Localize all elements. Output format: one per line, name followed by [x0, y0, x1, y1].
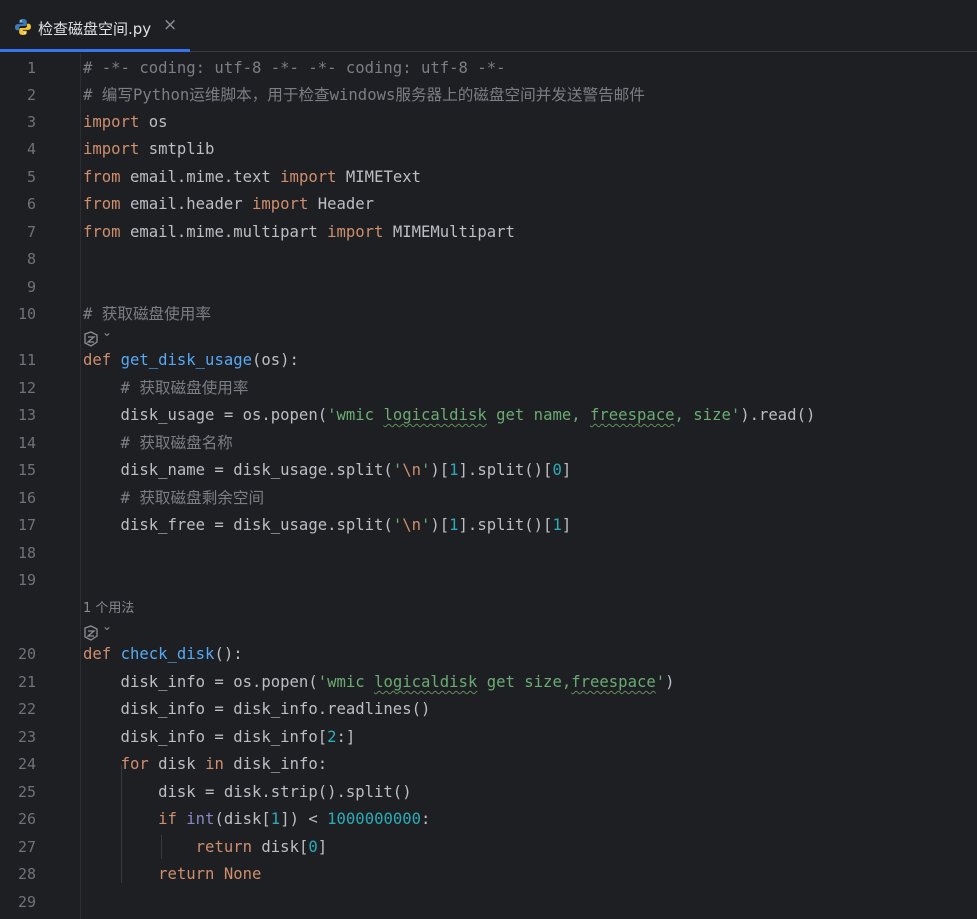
code-line: 11 def get_disk_usage(os):	[0, 347, 977, 374]
line-number: 21	[17, 673, 36, 691]
usages-hint[interactable]: 1 个用法	[83, 598, 134, 620]
code-line: 24 for disk in disk_info:	[0, 751, 977, 778]
line-number: 15	[17, 461, 36, 479]
code-text: from email.mime.multipart import MIMEMul…	[83, 223, 515, 241]
code-text: import smtplib	[83, 140, 215, 158]
code-text: def check_disk():	[83, 645, 243, 663]
line-number: 5	[26, 168, 36, 186]
code-text: # 获取磁盘剩余空间	[83, 489, 265, 507]
code-line: 19	[0, 567, 977, 594]
line-number: 10	[17, 305, 36, 323]
code-editor[interactable]: 1 # -*- coding: utf-8 -*- -*- coding: ut…	[0, 53, 977, 919]
code-line: 2 # 编写Python运维脚本，用于检查windows服务器上的磁盘空间并发送…	[0, 82, 977, 109]
code-line: 8	[0, 246, 977, 273]
line-number: 18	[17, 544, 36, 562]
line-number: 6	[26, 195, 36, 213]
code-text: disk_info = os.popen('wmic logicaldisk g…	[83, 673, 675, 691]
code-text: return None	[158, 865, 262, 883]
line-number: 8	[26, 250, 36, 268]
code-line: 6 from email.header import Header	[0, 191, 977, 218]
line-number: 4	[26, 140, 36, 158]
tab-title: 检查磁盘空间.py	[38, 20, 152, 38]
line-number: 25	[17, 783, 36, 801]
code-line: 15 disk_name = disk_usage.split('\n')[1]…	[0, 457, 977, 484]
code-text: disk_usage = os.popen('wmic logicaldisk …	[83, 406, 816, 424]
line-number: 20	[17, 645, 36, 663]
code-text: return disk[0]	[195, 838, 328, 856]
chevron-down-icon: ⌄	[102, 325, 113, 339]
code-text: import os	[83, 113, 168, 131]
line-number: 24	[17, 755, 36, 773]
code-text: from email.header import Header	[83, 195, 375, 213]
line-number: 11	[17, 351, 36, 369]
code-text: disk_free = disk_usage.split('\n')[1].sp…	[83, 516, 572, 534]
code-line: 3 import os	[0, 109, 977, 136]
code-text: for disk in disk_info:	[120, 755, 328, 773]
line-number: 28	[17, 865, 36, 883]
close-icon[interactable]: ×	[163, 15, 177, 35]
code-line: 20 def check_disk():	[0, 641, 977, 668]
python-icon	[15, 19, 31, 35]
editor-tab-bar: 检查磁盘空间.py ×	[0, 0, 977, 52]
line-number: 13	[17, 406, 36, 424]
line-number: 2	[26, 86, 36, 104]
line-number: 29	[17, 893, 36, 911]
code-line: 17 disk_free = disk_usage.split('\n')[1]…	[0, 512, 977, 539]
line-number: 1	[26, 59, 36, 77]
ai-assistant-icon	[84, 625, 98, 641]
line-number: 12	[17, 379, 36, 397]
code-line: 25 disk = disk.strip().split()	[0, 779, 977, 806]
code-line: 26 if int(disk[1]) < 1000000000:	[0, 806, 977, 833]
code-text: disk = disk.strip().split()	[83, 783, 412, 801]
code-text: # 获取磁盘使用率	[83, 379, 249, 397]
code-text: from email.mime.text import MIMEText	[83, 168, 422, 186]
code-text: disk_info = disk_info[2:]	[83, 728, 356, 746]
ai-assistant-icon	[84, 331, 98, 347]
code-line: 29	[0, 889, 977, 916]
code-line: 16 # 获取磁盘剩余空间	[0, 485, 977, 512]
code-line: 7 from email.mime.multipart import MIMEM…	[0, 219, 977, 246]
code-line: 5 from email.mime.text import MIMEText	[0, 164, 977, 191]
code-text: if int(disk[1]) < 1000000000:	[158, 810, 431, 828]
code-text: def get_disk_usage(os):	[83, 351, 299, 369]
code-line: 9	[0, 274, 977, 301]
code-line: 28 return None	[0, 861, 977, 888]
code-line: 12 # 获取磁盘使用率	[0, 375, 977, 402]
code-line: 13 disk_usage = os.popen('wmic logicaldi…	[0, 402, 977, 429]
code-line: 23 disk_info = disk_info[2:]	[0, 724, 977, 751]
code-line: 4 import smtplib	[0, 136, 977, 163]
line-number: 22	[17, 700, 36, 718]
line-number: 23	[17, 728, 36, 746]
code-line: 18	[0, 540, 977, 567]
code-line: 22 disk_info = disk_info.readlines()	[0, 696, 977, 723]
code-text: # -*- coding: utf-8 -*- -*- coding: utf-…	[83, 59, 506, 77]
code-text: # 获取磁盘名称	[83, 434, 233, 452]
ai-assistant-hint[interactable]: ⌄	[83, 325, 117, 349]
line-number: 14	[17, 434, 36, 452]
line-number: 7	[26, 223, 36, 241]
code-text: disk_name = disk_usage.split('\n')[1].sp…	[83, 461, 572, 479]
line-number: 27	[17, 838, 36, 856]
line-number: 19	[17, 571, 36, 589]
line-number: 17	[17, 516, 36, 534]
code-line: 1 # -*- coding: utf-8 -*- -*- coding: ut…	[0, 55, 977, 82]
editor-tab[interactable]: 检查磁盘空间.py ×	[0, 0, 190, 52]
code-line: 27 return disk[0]	[0, 834, 977, 861]
chevron-down-icon: ⌄	[102, 619, 113, 633]
ai-assistant-hint[interactable]: ⌄	[83, 619, 117, 643]
code-text: # 编写Python运维脚本，用于检查windows服务器上的磁盘空间并发送警告…	[83, 86, 645, 104]
line-number: 16	[17, 489, 36, 507]
line-number: 9	[26, 278, 36, 296]
code-line: 14 # 获取磁盘名称	[0, 430, 977, 457]
code-text: # 获取磁盘使用率	[83, 305, 211, 323]
code-line: 10 # 获取磁盘使用率	[0, 301, 977, 328]
code-line: 21 disk_info = os.popen('wmic logicaldis…	[0, 669, 977, 696]
code-text: disk_info = disk_info.readlines()	[83, 700, 431, 718]
line-number: 3	[26, 113, 36, 131]
line-number: 26	[17, 810, 36, 828]
